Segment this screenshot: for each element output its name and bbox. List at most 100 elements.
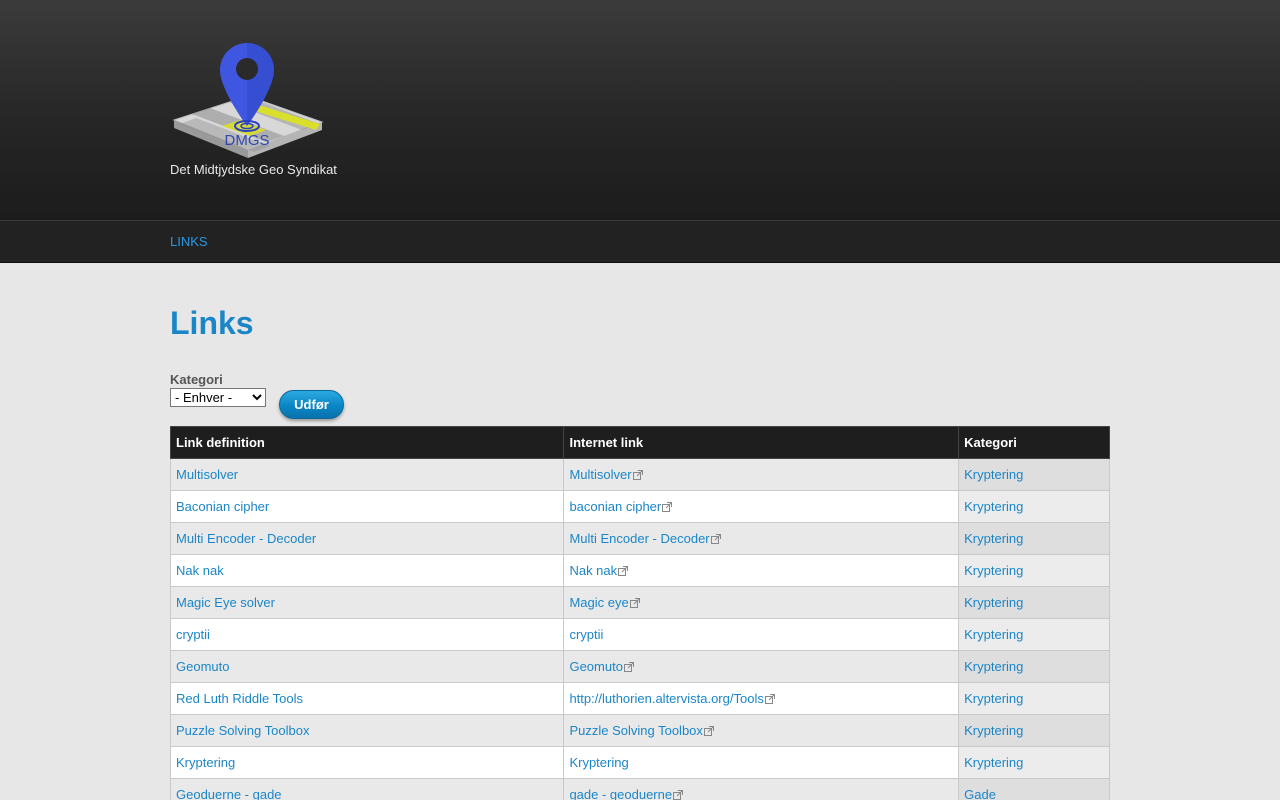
table-row: Multisolver Multisolver Kryptering bbox=[169, 458, 1110, 491]
link-definition[interactable]: Multi Encoder - Decoder bbox=[176, 531, 316, 546]
internet-link-cell: Nak nak bbox=[563, 554, 960, 587]
category-cell: Kryptering bbox=[958, 586, 1110, 619]
map-pin-logo-icon: DMGS bbox=[172, 43, 324, 158]
external-link-icon bbox=[618, 566, 629, 576]
category-cell: Kryptering bbox=[958, 650, 1110, 683]
internet-link[interactable]: Geomuto bbox=[569, 659, 622, 674]
internet-link[interactable]: gade - geoduerne bbox=[569, 787, 672, 800]
site-header: DMGS Det Midtjydske Geo Syndikat bbox=[0, 0, 1280, 220]
links-table-body: Multisolver Multisolver Kryptering Baconian… bbox=[169, 458, 1110, 800]
category-cell: Kryptering bbox=[958, 714, 1110, 747]
links-table: Link definition Internet link Kategori M… bbox=[169, 426, 1110, 800]
table-row: Magic Eye solver Magic eye Kryptering bbox=[169, 586, 1110, 619]
link-definition[interactable]: Puzzle Solving Toolbox bbox=[176, 723, 309, 738]
link-definition-cell: cryptii bbox=[169, 618, 565, 651]
column-header-link-definition[interactable]: Link definition bbox=[169, 426, 565, 459]
category-link[interactable]: Kryptering bbox=[964, 467, 1023, 482]
internet-link[interactable]: Nak nak bbox=[569, 563, 617, 578]
internet-link-cell: http://luthorien.altervista.org/Tools bbox=[563, 682, 960, 715]
link-definition-cell: Kryptering bbox=[169, 746, 565, 779]
main-navigation: LINKS bbox=[0, 220, 1280, 263]
link-definition-cell: Red Luth Riddle Tools bbox=[169, 682, 565, 715]
link-definition-cell: Multi Encoder - Decoder bbox=[169, 522, 565, 555]
category-cell: Kryptering bbox=[958, 618, 1110, 651]
external-link-icon bbox=[632, 470, 643, 480]
internet-link-cell: Geomuto bbox=[563, 650, 960, 683]
external-link-icon bbox=[673, 790, 684, 800]
site-slogan: Det Midtjydske Geo Syndikat bbox=[170, 162, 337, 177]
link-definition[interactable]: Magic Eye solver bbox=[176, 595, 275, 610]
internet-link-cell: Puzzle Solving Toolbox bbox=[563, 714, 960, 747]
category-cell: Kryptering bbox=[958, 522, 1110, 555]
internet-link[interactable]: baconian cipher bbox=[569, 499, 661, 514]
external-link-icon bbox=[629, 598, 640, 608]
link-definition[interactable]: Geomuto bbox=[176, 659, 229, 674]
internet-link-cell: Magic eye bbox=[563, 586, 960, 619]
internet-link[interactable]: Magic eye bbox=[569, 595, 628, 610]
category-link[interactable]: Kryptering bbox=[964, 659, 1023, 674]
external-link-icon bbox=[764, 694, 775, 704]
category-link[interactable]: Kryptering bbox=[964, 531, 1023, 546]
table-row: Geoduerne - gade gade - geoduerne Gade bbox=[169, 778, 1110, 800]
internet-link[interactable]: Multisolver bbox=[569, 467, 631, 482]
link-definition-cell: Puzzle Solving Toolbox bbox=[169, 714, 565, 747]
table-row: Multi Encoder - Decoder Multi Encoder - D… bbox=[169, 522, 1110, 555]
category-link[interactable]: Kryptering bbox=[964, 499, 1023, 514]
internet-link-cell: Kryptering bbox=[563, 746, 960, 779]
internet-link[interactable]: cryptii bbox=[569, 627, 603, 642]
site-logo[interactable]: DMGS bbox=[170, 40, 330, 160]
category-link[interactable]: Kryptering bbox=[964, 691, 1023, 706]
category-link[interactable]: Kryptering bbox=[964, 755, 1023, 770]
link-definition[interactable]: Geoduerne - gade bbox=[176, 787, 282, 800]
internet-link-cell: Multisolver bbox=[563, 458, 960, 491]
table-row: Puzzle Solving Toolbox Puzzle Solving Too… bbox=[169, 714, 1110, 747]
internet-link[interactable]: http://luthorien.altervista.org/Tools bbox=[569, 691, 763, 706]
category-link[interactable]: Kryptering bbox=[964, 627, 1023, 642]
link-definition[interactable]: Nak nak bbox=[176, 563, 224, 578]
link-definition-cell: Nak nak bbox=[169, 554, 565, 587]
link-definition[interactable]: Kryptering bbox=[176, 755, 235, 770]
internet-link[interactable]: Puzzle Solving Toolbox bbox=[569, 723, 702, 738]
category-cell: Kryptering bbox=[958, 490, 1110, 523]
category-cell: Kryptering bbox=[958, 682, 1110, 715]
nav-item-links[interactable]: LINKS bbox=[170, 221, 208, 262]
category-select[interactable]: - Enhver - bbox=[170, 388, 266, 407]
column-header-category[interactable]: Kategori bbox=[958, 426, 1110, 459]
category-link[interactable]: Kryptering bbox=[964, 563, 1023, 578]
link-definition[interactable]: Multisolver bbox=[176, 467, 238, 482]
table-row: Geomuto Geomuto Kryptering bbox=[169, 650, 1110, 683]
link-definition[interactable]: cryptii bbox=[176, 627, 210, 642]
link-definition[interactable]: Baconian cipher bbox=[176, 499, 269, 514]
category-cell: Kryptering bbox=[958, 458, 1110, 491]
table-row: cryptii cryptii Kryptering bbox=[169, 618, 1110, 651]
svg-text:DMGS: DMGS bbox=[225, 132, 270, 149]
external-link-icon bbox=[703, 726, 714, 736]
category-cell: Kryptering bbox=[958, 746, 1110, 779]
link-definition-cell: Baconian cipher bbox=[169, 490, 565, 523]
internet-link[interactable]: Kryptering bbox=[569, 755, 628, 770]
category-link[interactable]: Kryptering bbox=[964, 595, 1023, 610]
external-link-icon bbox=[710, 534, 721, 544]
link-definition-cell: Geoduerne - gade bbox=[169, 778, 565, 800]
category-cell: Gade bbox=[958, 778, 1110, 800]
internet-link[interactable]: Multi Encoder - Decoder bbox=[569, 531, 709, 546]
external-link-icon bbox=[662, 502, 673, 512]
link-definition-cell: Magic Eye solver bbox=[169, 586, 565, 619]
table-row: Nak nak Nak nak Kryptering bbox=[169, 554, 1110, 587]
internet-link-cell: cryptii bbox=[563, 618, 960, 651]
table-row: Kryptering Kryptering Kryptering bbox=[169, 746, 1110, 779]
page-title: Links bbox=[170, 305, 254, 341]
apply-filter-button[interactable]: Udfør bbox=[279, 390, 344, 419]
category-filter-label: Kategori bbox=[170, 372, 223, 387]
internet-link-cell: gade - geoduerne bbox=[563, 778, 960, 800]
category-filter: Kategori - Enhver - bbox=[170, 372, 266, 407]
external-link-icon bbox=[623, 662, 634, 672]
column-header-internet-link[interactable]: Internet link bbox=[563, 426, 960, 459]
category-link[interactable]: Gade bbox=[964, 787, 996, 800]
link-definition[interactable]: Red Luth Riddle Tools bbox=[176, 691, 303, 706]
table-row: Baconian cipher baconian cipher Kryptering bbox=[169, 490, 1110, 523]
link-definition-cell: Multisolver bbox=[169, 458, 565, 491]
category-cell: Kryptering bbox=[958, 554, 1110, 587]
internet-link-cell: baconian cipher bbox=[563, 490, 960, 523]
category-link[interactable]: Kryptering bbox=[964, 723, 1023, 738]
